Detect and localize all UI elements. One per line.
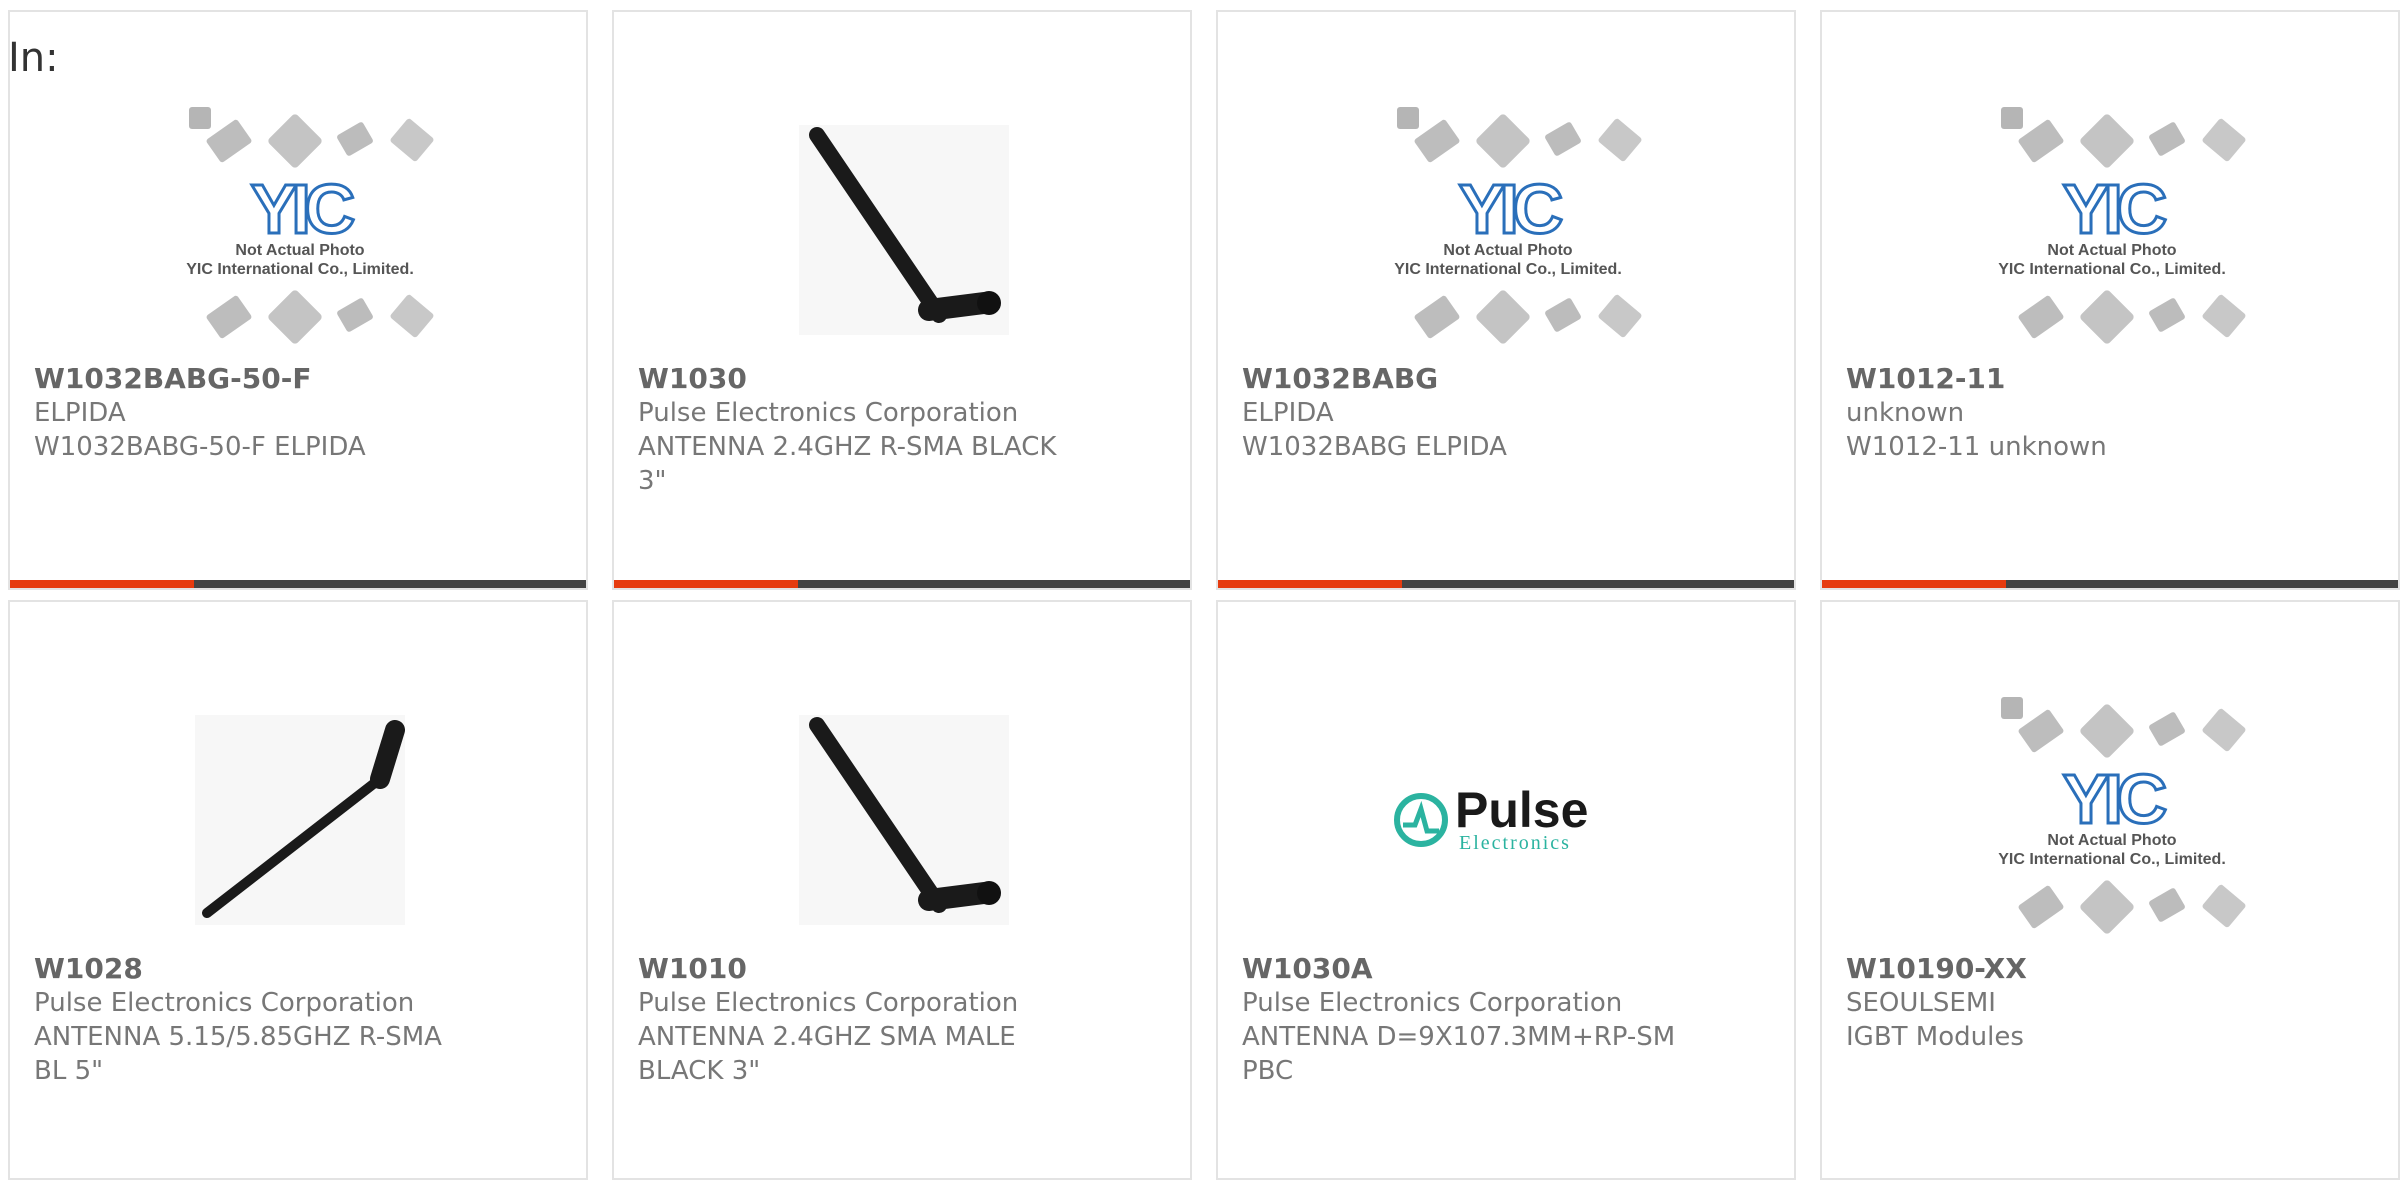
description: W1032BABG ELPIDA [1242, 432, 1507, 462]
svg-text:YIC International Co., Limited: YIC International Co., Limited. [1998, 261, 2226, 278]
svg-text:Not Actual Photo: Not Actual Photo [2047, 832, 2176, 849]
description: W1012-11 unknown [1846, 432, 2107, 462]
manufacturer: ELPIDA [34, 398, 126, 428]
progress-bar [10, 580, 586, 588]
product-image: YIC Not Actual Photo YIC International C… [130, 94, 470, 366]
product-card[interactable]: YIC Not Actual Photo YIC International C… [8, 10, 588, 590]
antenna-image [195, 715, 405, 925]
product-card[interactable]: YIC Not Actual Photo YIC International C… [1216, 10, 1796, 590]
svg-text:Not Actual Photo: Not Actual Photo [2047, 242, 2176, 259]
product-card[interactable]: YIC Not Actual Photo YIC International C… [1820, 600, 2400, 1180]
progress-bar [1218, 1170, 1794, 1178]
manufacturer: Pulse Electronics Corporation [34, 988, 415, 1018]
svg-text:Not Actual Photo: Not Actual Photo [1443, 242, 1572, 259]
progress-fill [10, 580, 195, 588]
product-image [734, 94, 1074, 366]
progress-fill [614, 580, 799, 588]
in-label: In: [8, 35, 59, 81]
description: W1032BABG-50-F ELPIDA [34, 432, 366, 462]
product-card[interactable]: W1030 Pulse Electronics Corporation ANTE… [612, 10, 1192, 590]
manufacturer: unknown [1846, 398, 1965, 428]
part-number[interactable]: W10190-XX [1846, 952, 2306, 986]
part-number[interactable]: W1030A [1242, 952, 1702, 986]
manufacturer: ELPIDA [1242, 398, 1334, 428]
progress-bar [1822, 1170, 2398, 1178]
progress-fill [1822, 580, 2007, 588]
svg-text:YIC International Co., Limited: YIC International Co., Limited. [1998, 851, 2226, 868]
progress-bar [614, 1170, 1190, 1178]
part-number[interactable]: W1028 [34, 952, 494, 986]
svg-text:YIC: YIC [2063, 170, 2166, 248]
svg-text:YIC: YIC [2063, 760, 2166, 838]
description: ANTENNA 2.4GHZ R-SMA BLACK 3" [638, 432, 1057, 496]
product-image [734, 684, 1074, 956]
svg-text:Electronics: Electronics [1459, 832, 1571, 854]
part-number[interactable]: W1012-11 [1846, 362, 2306, 396]
manufacturer: Pulse Electronics Corporation [638, 988, 1019, 1018]
product-card[interactable]: Pulse Electronics W1030A Pulse Electroni… [1216, 600, 1796, 1180]
product-card[interactable]: W1028 Pulse Electronics Corporation ANTE… [8, 600, 588, 1180]
svg-text:YIC International Co., Limited: YIC International Co., Limited. [1394, 261, 1622, 278]
progress-bar [614, 580, 1190, 588]
svg-text:YIC: YIC [1459, 170, 1562, 248]
antenna-image [799, 125, 1009, 335]
pulse-logo: Pulse Electronics [1394, 782, 1588, 854]
product-card[interactable]: W1010 Pulse Electronics Corporation ANTE… [612, 600, 1192, 1180]
manufacturer: Pulse Electronics Corporation [1242, 988, 1623, 1018]
product-image: Pulse Electronics [1338, 684, 1678, 956]
manufacturer: SEOULSEMI [1846, 988, 1996, 1018]
description: ANTENNA 2.4GHZ SMA MALE BLACK 3" [638, 1022, 1016, 1086]
description: IGBT Modules [1846, 1022, 2024, 1052]
description: ANTENNA D=9X107.3MM+RP-SM PBC [1242, 1022, 1676, 1086]
product-image [130, 684, 470, 956]
product-card[interactable]: YIC Not Actual Photo YIC International C… [1820, 10, 2400, 590]
svg-text:Not Actual Photo: Not Actual Photo [235, 242, 364, 259]
part-number[interactable]: W1010 [638, 952, 1098, 986]
svg-text:YIC International Co., Limited: YIC International Co., Limited. [186, 261, 414, 278]
yic-placeholder-art: YIC Not Actual Photo YIC International C… [1394, 107, 1642, 344]
part-number[interactable]: W1032BABG-50-F [34, 362, 494, 396]
svg-text:YIC: YIC [251, 170, 354, 248]
product-image: YIC Not Actual Photo YIC International C… [1942, 684, 2282, 956]
part-number[interactable]: W1032BABG [1242, 362, 1702, 396]
progress-bar [10, 1170, 586, 1178]
progress-fill [1218, 580, 1403, 588]
manufacturer: Pulse Electronics Corporation [638, 398, 1019, 428]
progress-bar [1822, 580, 2398, 588]
product-image: YIC Not Actual Photo YIC International C… [1338, 94, 1678, 366]
part-number[interactable]: W1030 [638, 362, 1098, 396]
description: ANTENNA 5.15/5.85GHZ R-SMA BL 5" [34, 1022, 442, 1086]
yic-placeholder-art: YIC Not Actual Photo YIC International C… [1998, 697, 2246, 934]
progress-bar [1218, 580, 1794, 588]
product-image: YIC Not Actual Photo YIC International C… [1942, 94, 2282, 366]
antenna-image [799, 715, 1009, 925]
yic-placeholder-art: YIC Not Actual Photo YIC International C… [186, 107, 434, 344]
yic-placeholder-art: YIC Not Actual Photo YIC International C… [1998, 107, 2246, 344]
svg-text:Pulse: Pulse [1455, 782, 1588, 838]
